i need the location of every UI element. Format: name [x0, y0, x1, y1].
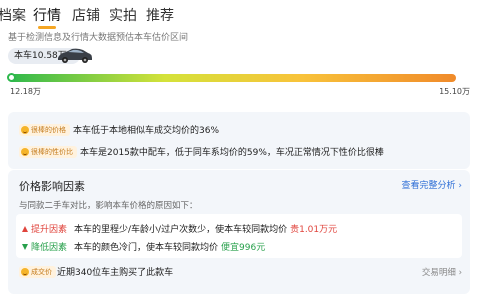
tab-store[interactable]: 店铺 [72, 5, 100, 25]
price-comparison-card [8, 112, 470, 169]
price-factors-list: 提升因素 本车的里程少/车龄小/过户次数少，使本车较同款均价 贵1.01万元 降… [16, 214, 462, 258]
great-value-tag-label: 很棒的性价比 [31, 148, 73, 156]
raising-factor-label: 提升因素 [31, 225, 68, 235]
smile-icon [21, 268, 29, 276]
deal-price-tag: 成交价 [19, 266, 56, 278]
raising-factor-row: 提升因素 本车的里程少/车龄小/过户次数少，使本车较同款均价 贵1.01万元 [22, 222, 337, 235]
lowering-factor-label: 降低因素 [31, 243, 68, 253]
arrow-down-icon [22, 243, 28, 250]
top-tab-bar: 档案 行情 店铺 实拍 推荐 [0, 0, 480, 29]
full-analysis-link[interactable]: 查看完整分析 › [402, 178, 462, 191]
price-max-label: 15.10万 [439, 87, 470, 96]
tab-recommend[interactable]: 推荐 [146, 5, 174, 25]
tab-photos[interactable]: 实拍 [109, 5, 137, 25]
raising-factor-amount: 贵1.01万元 [290, 225, 338, 235]
deal-price-tag-label: 成交价 [31, 268, 52, 276]
lowering-factor-amount: 便宜996元 [221, 243, 266, 253]
smile-icon [21, 126, 29, 134]
lowering-factor-row: 降低因素 本车的颜色冷门，使本车较同款均价 便宜996元 [22, 240, 265, 253]
smile-icon [21, 148, 29, 156]
great-value-text: 本车是2015款中配车，低于同车系均价的59%，车况正常情况下性价比很棒 [80, 148, 384, 158]
active-tab-indicator [38, 26, 56, 29]
lowering-factor-text: 本车的颜色冷门，使本车较同款均价 [74, 243, 219, 253]
transaction-details-link[interactable]: 交易明细 › [422, 266, 462, 278]
price-marker [7, 73, 16, 82]
deal-summary-text: 近期340位车主购买了此款车 [57, 268, 174, 278]
price-factors-description: 与同款二手车对比，影响本车价格的原因如下： [19, 201, 198, 211]
price-range-bar [8, 74, 456, 82]
tab-archive[interactable]: 档案 [0, 5, 26, 25]
car-thumbnail-icon [58, 48, 92, 63]
price-factors-title: 价格影响因素 [19, 180, 85, 193]
price-min-label: 12.18万 [10, 87, 41, 96]
great-price-tag-label: 很棒的价格 [31, 126, 66, 134]
raising-factor-text: 本车的里程少/车龄小/过户次数少，使本车较同款均价 [74, 225, 288, 235]
price-range-subtitle: 基于检测信息及行情大数据预估本车估价区间 [8, 33, 189, 43]
tab-market[interactable]: 行情 [33, 5, 61, 25]
arrow-up-icon [22, 225, 28, 232]
great-value-tag: 很棒的性价比 [19, 146, 77, 158]
great-price-tag: 很棒的价格 [19, 124, 70, 136]
great-price-text: 本车低于本地相似车成交均价的36% [73, 126, 220, 136]
